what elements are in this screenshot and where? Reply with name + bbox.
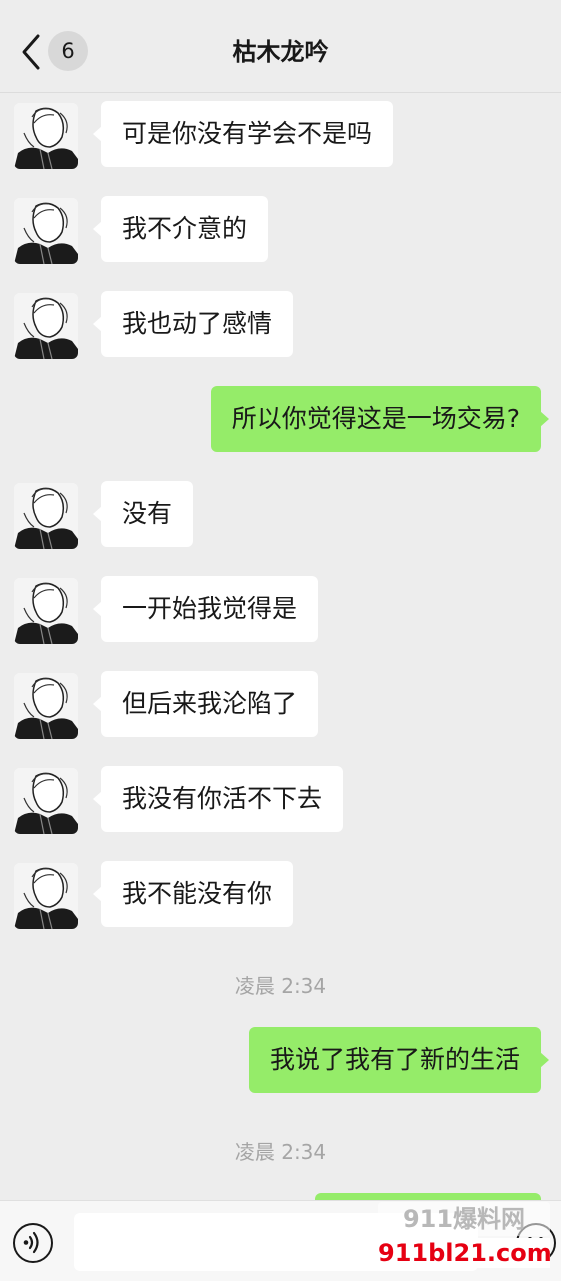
incoming-message-bubble[interactable]: 我不能没有你 bbox=[92, 861, 294, 927]
contact-avatar[interactable] bbox=[14, 863, 78, 929]
message-row: 我没有你活不下去 bbox=[0, 766, 561, 836]
contact-avatar[interactable] bbox=[14, 768, 78, 834]
contact-avatar[interactable] bbox=[14, 578, 78, 644]
message-row: 可是你没有学会不是吗 bbox=[0, 101, 561, 171]
message-row: 我说了我有了新的生活 bbox=[0, 1027, 561, 1097]
incoming-message-bubble[interactable]: 我也动了感情 bbox=[92, 291, 294, 357]
message-timestamp: 凌晨 2:34 bbox=[234, 1140, 327, 1164]
contact-avatar[interactable] bbox=[14, 673, 78, 739]
watermark-logo: 911爆料网 bbox=[378, 1202, 550, 1236]
chat-header: 6 枯木龙吟 bbox=[0, 0, 561, 93]
contact-avatar[interactable] bbox=[14, 103, 78, 169]
message-list: 可是你没有学会不是吗 我不介意的 我也动了感情 所以你觉得这是一场交易? 没有 … bbox=[0, 92, 561, 1200]
incoming-message-bubble[interactable]: 一开始我觉得是 bbox=[92, 576, 319, 642]
message-row: 我也动了感情 bbox=[0, 291, 561, 361]
voice-icon[interactable] bbox=[13, 1223, 53, 1263]
message-row: 我不介意的 bbox=[0, 196, 561, 266]
incoming-message-bubble[interactable]: 但后来我沦陷了 bbox=[92, 671, 319, 737]
outgoing-message-bubble[interactable]: 所以你觉得这是一场交易? bbox=[210, 386, 550, 452]
message-row: 没有 bbox=[0, 481, 561, 551]
message-timestamp: 凌晨 2:34 bbox=[234, 974, 327, 998]
contact-avatar[interactable] bbox=[14, 483, 78, 549]
contact-avatar[interactable] bbox=[14, 293, 78, 359]
message-row: 一开始我觉得是 bbox=[0, 576, 561, 646]
message-row: 所以你觉得这是一场交易? bbox=[0, 386, 561, 456]
incoming-message-bubble[interactable]: 可是你没有学会不是吗 bbox=[92, 101, 394, 167]
message-row: 但后来我沦陷了 bbox=[0, 671, 561, 741]
chat-title: 枯木龙吟 bbox=[232, 38, 329, 66]
contact-avatar[interactable] bbox=[14, 198, 78, 264]
incoming-message-bubble[interactable]: 我不介意的 bbox=[92, 196, 269, 262]
message-row: 我不能没有你 bbox=[0, 861, 561, 931]
watermark-url: 911bl21.com bbox=[378, 1238, 552, 1268]
outgoing-message-bubble[interactable]: 我说了我有了新的生活 bbox=[248, 1027, 550, 1093]
incoming-message-bubble[interactable]: 我没有你活不下去 bbox=[92, 766, 344, 832]
watermark: 911爆料网 911bl21.com bbox=[378, 1202, 552, 1274]
incoming-message-bubble[interactable]: 没有 bbox=[92, 481, 194, 547]
